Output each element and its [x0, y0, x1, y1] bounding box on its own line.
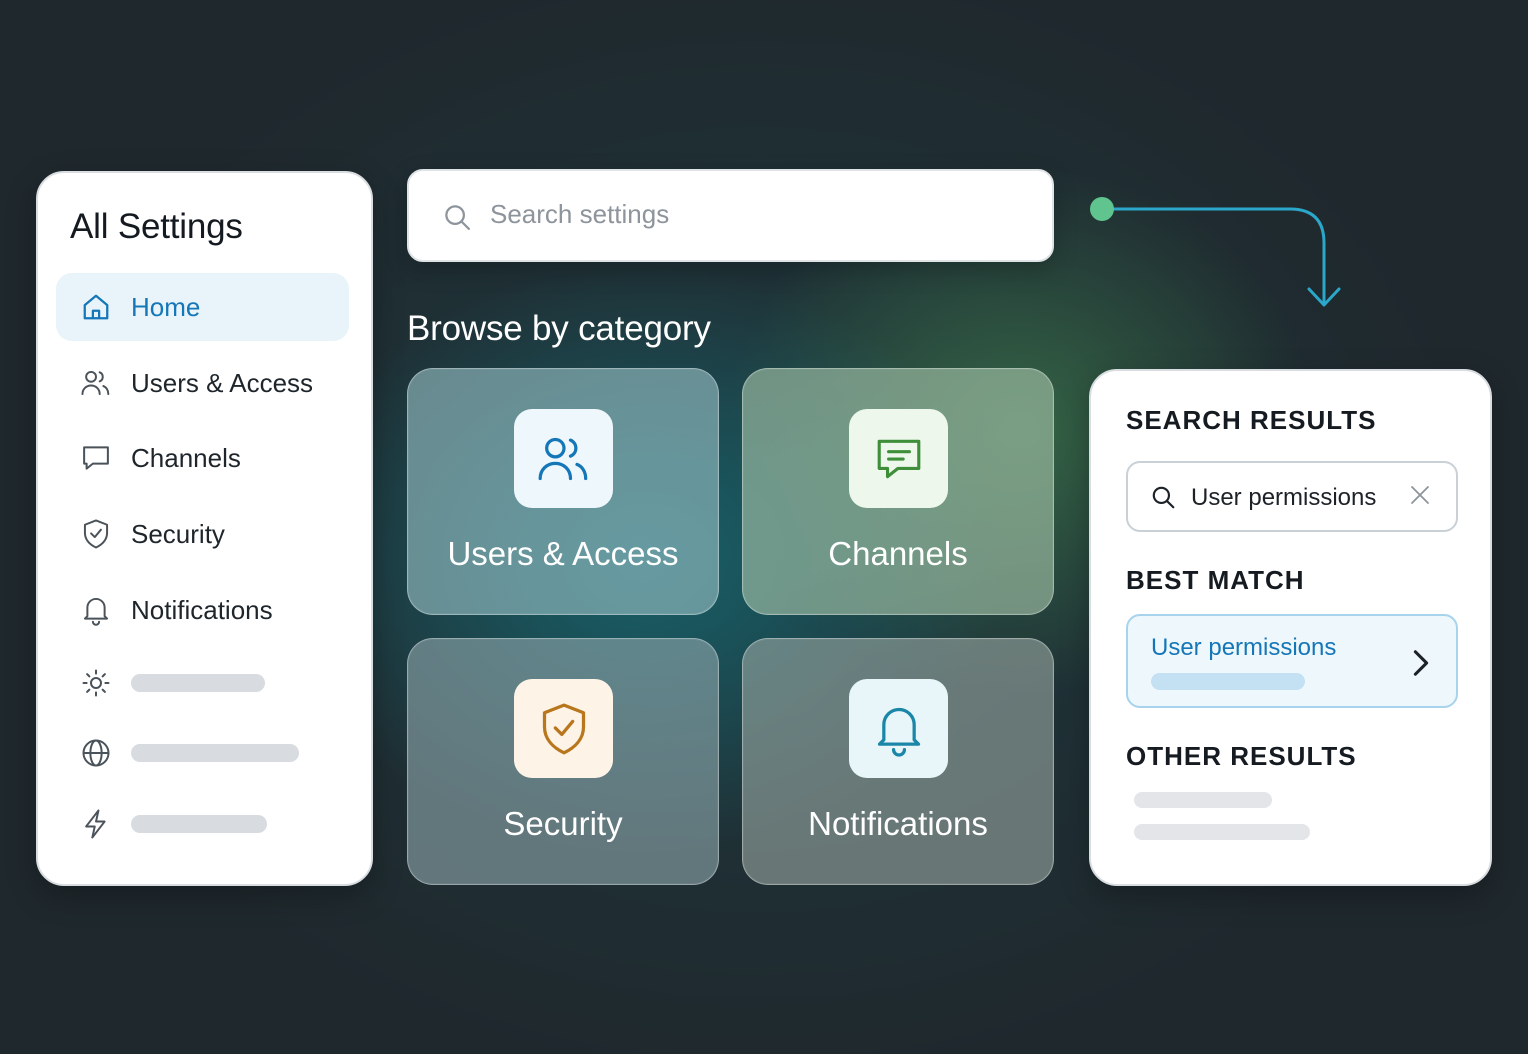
placeholder-bar: [131, 674, 265, 692]
placeholder-bar: [131, 744, 299, 762]
sidebar-item-users-access[interactable]: Users & Access: [56, 349, 349, 417]
category-tile-label: Channels: [828, 535, 968, 572]
search-query: User permissions: [1191, 484, 1377, 511]
chevron-right-icon: [1412, 649, 1430, 682]
users-icon: [80, 367, 112, 399]
placeholder-bar: [1151, 673, 1305, 690]
category-tile-channels[interactable]: Channels: [742, 368, 1054, 615]
other-result-placeholder[interactable]: [1134, 824, 1310, 840]
results-search-input[interactable]: User permissions: [1126, 461, 1458, 532]
sun-icon: [80, 667, 112, 699]
close-icon[interactable]: [1408, 483, 1432, 512]
shield-icon: [80, 518, 112, 550]
sidebar-item-label: Users & Access: [131, 367, 314, 398]
shield-check-icon: [514, 679, 613, 778]
sidebar-item-notifications[interactable]: Notifications: [56, 576, 349, 644]
sidebar-item-security[interactable]: Security: [56, 500, 349, 568]
chat-icon: [80, 442, 112, 474]
search-icon: [1150, 484, 1176, 515]
other-results-heading: OTHER RESULTS: [1126, 741, 1357, 771]
lightning-icon: [80, 808, 112, 840]
connector-arrow-icon: [1090, 197, 1341, 307]
sidebar-item-label: Security: [131, 518, 225, 549]
best-match-heading: BEST MATCH: [1126, 565, 1305, 595]
sidebar-item-channels[interactable]: Channels: [56, 424, 349, 492]
sidebar-item-placeholder[interactable]: [56, 649, 349, 717]
category-tile-label: Users & Access: [447, 535, 679, 572]
other-result-placeholder[interactable]: [1134, 792, 1272, 808]
category-tile-notifications[interactable]: Notifications: [742, 638, 1054, 885]
category-tile-security[interactable]: Security: [407, 638, 719, 885]
category-tile-label: Security: [503, 805, 623, 842]
sidebar-item-label: Notifications: [131, 594, 273, 625]
placeholder-bar: [131, 815, 267, 833]
chat-icon: [849, 409, 948, 508]
home-icon: [80, 291, 112, 323]
sidebar-item-label: Home: [131, 291, 201, 322]
sidebar-item-label: Channels: [131, 442, 241, 473]
bell-icon: [80, 594, 112, 626]
search-icon: [442, 202, 472, 237]
best-match-label: User permissions: [1151, 634, 1337, 661]
sidebar-item-home[interactable]: Home: [56, 273, 349, 341]
sidebar-title: All Settings: [70, 207, 243, 246]
sidebar-item-placeholder[interactable]: [56, 790, 349, 858]
settings-sidebar: All Settings Home Users & Access Channel…: [36, 171, 373, 886]
bell-icon: [849, 679, 948, 778]
sidebar-item-placeholder[interactable]: [56, 719, 349, 787]
search-results-panel: SEARCH RESULTS User permissions BEST MAT…: [1089, 369, 1492, 886]
best-match-result[interactable]: User permissions: [1126, 614, 1458, 708]
category-tile-users-access[interactable]: Users & Access: [407, 368, 719, 615]
search-input[interactable]: Search settings: [407, 169, 1054, 262]
users-icon: [514, 409, 613, 508]
browse-heading: Browse by category: [407, 309, 711, 348]
globe-icon: [80, 737, 112, 769]
search-results-heading: SEARCH RESULTS: [1126, 405, 1377, 435]
category-tile-label: Notifications: [808, 805, 988, 842]
search-placeholder: Search settings: [490, 199, 670, 229]
